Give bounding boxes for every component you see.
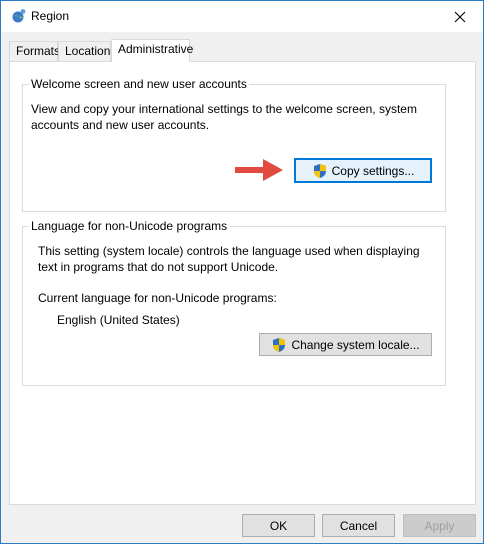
copy-settings-button[interactable]: Copy settings... — [294, 158, 432, 183]
current-language-value: English (United States) — [57, 313, 180, 327]
tab-administrative[interactable]: Administrative — [111, 39, 193, 62]
uac-shield-icon — [273, 337, 286, 352]
welcome-description-line2: accounts and new user accounts. — [31, 118, 210, 132]
red-arrow-icon — [235, 159, 283, 181]
welcome-description-line1: View and copy your international setting… — [31, 102, 417, 116]
close-icon — [454, 11, 466, 22]
non-unicode-description-line2: text in programs that do not support Uni… — [38, 260, 279, 274]
change-system-locale-button[interactable]: Change system locale... — [259, 333, 432, 356]
welcome-screen-group: Welcome screen and new user accounts Vie… — [22, 77, 446, 212]
current-language-label: Current language for non-Unicode program… — [38, 291, 277, 305]
uac-shield-icon — [313, 163, 326, 178]
non-unicode-group-title: Language for non-Unicode programs — [29, 219, 230, 233]
apply-button[interactable]: Apply — [403, 514, 476, 537]
copy-settings-label: Copy settings... — [331, 163, 415, 178]
region-globe-icon — [12, 9, 26, 23]
ok-button[interactable]: OK — [242, 514, 315, 537]
tab-strip: Formats Location Administrative — [9, 39, 475, 62]
change-system-locale-label: Change system locale... — [291, 337, 420, 352]
non-unicode-description-line1: This setting (system locale) controls th… — [38, 244, 420, 258]
administrative-panel: Welcome screen and new user accounts Vie… — [9, 61, 476, 505]
welcome-group-title: Welcome screen and new user accounts — [29, 77, 249, 91]
tab-formats[interactable]: Formats — [9, 41, 60, 61]
window-title: Region — [31, 9, 70, 23]
title-bar: Region — [1, 1, 483, 32]
cancel-button[interactable]: Cancel — [322, 514, 395, 537]
close-button[interactable] — [437, 1, 483, 32]
non-unicode-group: Language for non-Unicode programs This s… — [22, 219, 446, 386]
tab-location[interactable]: Location — [58, 41, 111, 61]
region-dialog: Region Formats Location Administrative W… — [0, 0, 484, 544]
